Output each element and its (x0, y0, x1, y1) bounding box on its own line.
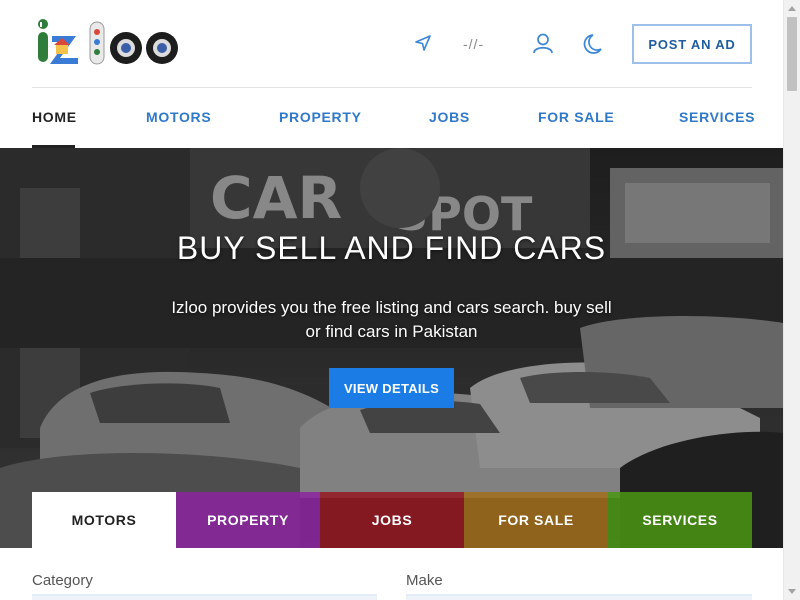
main-nav: HOME MOTORS PROPERTY JOBS FOR SALE SERVI… (0, 88, 783, 148)
nav-item-home[interactable]: HOME (32, 109, 77, 125)
category-tabs: MOTORS PROPERTY JOBS FOR SALE SERVICES (32, 492, 752, 548)
view-details-button[interactable]: VIEW DETAILS (329, 368, 454, 408)
tab-property[interactable]: PROPERTY (176, 492, 320, 548)
tab-for-sale[interactable]: FOR SALE (464, 492, 608, 548)
izloo-logo[interactable] (34, 18, 184, 68)
tab-motors[interactable]: MOTORS (32, 492, 176, 548)
scroll-up-arrow-icon[interactable] (788, 6, 796, 11)
nav-item-for-sale[interactable]: FOR SALE (538, 109, 614, 125)
tab-services[interactable]: SERVICES (608, 492, 752, 548)
make-select[interactable] (406, 594, 752, 600)
nav-item-motors[interactable]: MOTORS (146, 109, 211, 125)
nav-item-services[interactable]: SERVICES (679, 109, 755, 125)
category-label: Category (32, 572, 93, 589)
site-header: -//- POST AN AD (0, 0, 783, 88)
hero-title: BUY SELL AND FIND CARS (176, 230, 607, 266)
category-select[interactable] (32, 594, 377, 600)
hero-subtitle: Izloo provides you the free listing and … (171, 298, 612, 341)
make-label: Make (406, 572, 443, 589)
post-ad-button[interactable]: POST AN AD (632, 24, 752, 64)
tab-jobs[interactable]: JOBS (320, 492, 464, 548)
nav-item-jobs[interactable]: JOBS (429, 109, 470, 125)
hero-banner: CAR SPOT BUY SELL AND FIND CARS Izloo pr… (0, 148, 783, 548)
page-scrollbar[interactable] (783, 0, 800, 600)
user-icon[interactable] (532, 32, 554, 59)
location-arrow-icon[interactable] (414, 34, 432, 57)
scroll-down-arrow-icon[interactable] (788, 589, 796, 594)
page: -//- POST AN AD HOME MOTORS PROPERTY JOB… (0, 0, 783, 600)
moon-icon[interactable] (583, 33, 603, 60)
hero-background-image: CAR SPOT (0, 148, 783, 548)
scrollbar-thumb[interactable] (787, 17, 797, 91)
nav-item-property[interactable]: PROPERTY (279, 109, 362, 125)
date-display: -//- (463, 36, 485, 52)
